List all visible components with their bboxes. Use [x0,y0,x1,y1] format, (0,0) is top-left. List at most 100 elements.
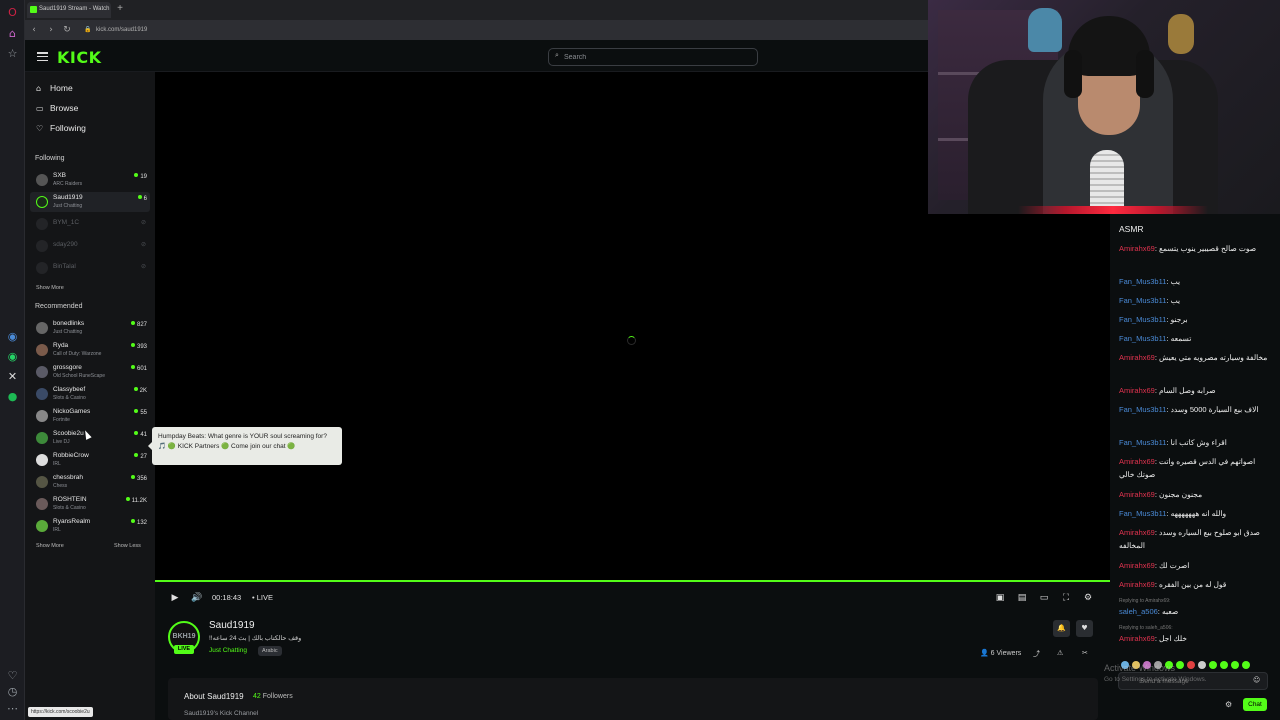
notification-bell-icon[interactable]: 🔔 [1053,620,1070,637]
volume-icon[interactable]: 🔊 [191,592,203,604]
chat-username[interactable]: Fan_Mus3b11 [1119,405,1166,414]
home-icon[interactable]: ⌂ [6,27,19,40]
share-icon[interactable]: ⤴ [1033,649,1040,659]
chat-username[interactable]: Fan_Mus3b11 [1119,277,1166,286]
miniplayer-icon[interactable]: ▤ [1016,592,1028,604]
chat-username[interactable]: Amirahx69 [1119,353,1155,362]
chat-message: Fan_Mus3b11: والله انه هههههههه [1119,509,1227,518]
forward-icon[interactable]: › [45,24,57,36]
channel-chessbrah[interactable]: chessbrah Chess 356 [30,472,150,492]
more-icon[interactable]: ⋯ [6,702,19,715]
language-tag[interactable]: Arabic [258,646,282,656]
channel-sxb[interactable]: SXB ARC Raiders 19 [30,170,150,190]
channel-sday290[interactable]: sday290 ⊘ [30,236,150,256]
viewer-count-value: 55 [140,410,147,416]
follow-heart-icon[interactable]: ♥ [1076,620,1093,637]
reply-note: Replying to Amirahx69: [1119,598,1171,604]
emote-icon[interactable] [1187,661,1195,669]
chat-settings-icon[interactable]: ⚙ [1225,700,1232,709]
channel-robbiecrow[interactable]: RobbieCrow IRL 27 [30,450,150,470]
emote-icon[interactable] [1231,661,1239,669]
chat-username[interactable]: Amirahx69 [1119,386,1155,395]
streamer-name[interactable]: Saud1919 [209,620,255,631]
category-link[interactable]: Just Chatting [209,647,247,654]
chat-username[interactable]: Fan_Mus3b11 [1119,334,1166,343]
emote-icon[interactable] [1176,661,1184,669]
chat-username[interactable]: Amirahx69 [1119,528,1155,537]
back-icon[interactable]: ‹ [28,24,40,36]
channel-bonedlinks[interactable]: bonedlinks Just Chatting 827 [30,318,150,338]
search-input[interactable] [564,50,744,64]
chat-username[interactable]: Fan_Mus3b11 [1119,315,1166,324]
tab-title: Saud1919 Stream - Watch [39,6,110,12]
channel-nickogames[interactable]: NickoGames Fortnite 55 [30,406,150,426]
show-more-following-link[interactable]: Show More [36,285,64,291]
chat-username[interactable]: Amirahx69 [1119,457,1155,466]
chat-username[interactable]: Amirahx69 [1119,244,1155,253]
plus-icon[interactable]: + [115,4,125,14]
emoji-icon[interactable]: ☺ [1253,676,1260,684]
report-icon[interactable]: ⚠ [1057,649,1063,657]
emote-icon[interactable] [1198,661,1206,669]
whatsapp-icon[interactable]: ◉ [6,350,19,363]
chat-send-button[interactable]: Chat [1243,698,1267,711]
channel-roshtein[interactable]: ROSHTEIN Slots & Casino 11.2K [30,494,150,514]
x-icon[interactable]: ✕ [6,370,19,383]
viewer-count: 55 [134,409,147,416]
clock-icon[interactable]: ◷ [6,685,19,698]
headphones [1064,50,1082,98]
reload-icon[interactable]: ↻ [61,24,73,36]
nav-home[interactable]: ⌂ Home [36,83,73,97]
avatar [36,476,48,488]
channel-ryansrealm[interactable]: RyansRealm IRL 132 [30,516,150,536]
channel-classybeef[interactable]: Classybeef Slots & Casino 2K [30,384,150,404]
chat-text: يب [1170,296,1181,305]
nav-browse[interactable]: ▭ Browse [36,103,78,117]
spotify-icon[interactable]: ● [6,390,19,403]
show-more-recommended-link[interactable]: Show More [36,543,64,549]
emote-icon[interactable] [1242,661,1250,669]
chat-username[interactable]: Amirahx69 [1119,580,1155,589]
star-icon[interactable]: ☆ [6,47,19,60]
channel-grossgore[interactable]: grossgore Old School RuneScape 601 [30,362,150,382]
viewer-count-text: 6 Viewers [990,650,1022,657]
show-less-link[interactable]: Show Less [114,543,141,549]
fullscreen-icon[interactable]: ⛶ [1060,592,1072,604]
channel-ryda[interactable]: Ryda Call of Duty: Warzone 393 [30,340,150,360]
kick-logo[interactable]: KICK [57,48,102,67]
emote-icon[interactable] [1220,661,1228,669]
chat-text: مجنون مجنون [1159,490,1203,499]
play-icon[interactable]: ▶ [169,592,181,604]
clip-icon[interactable]: ✂ [1082,649,1088,657]
heart-icon[interactable]: ♡ [6,669,19,682]
tab-active[interactable]: Saud1919 Stream - Watch [27,2,111,18]
chat-username[interactable]: Amirahx69 [1119,634,1155,643]
viewer-count-value: 2K [139,388,147,394]
theater-mode-icon[interactable]: ▭ [1038,592,1050,604]
chat-username[interactable]: Amirahx69 [1119,490,1155,499]
channel-bintalal[interactable]: BinTalal ⊘ [30,258,150,278]
messenger-icon[interactable]: ◉ [6,330,19,343]
nav-following[interactable]: ♡ Following [36,123,86,137]
channel-tooltip: Humpday Beats: What genre is YOUR soul s… [152,427,342,465]
channel-category: IRL [53,461,61,467]
live-dot [130,343,135,347]
emote-icon[interactable] [1209,661,1217,669]
settings-gear-icon[interactable]: ⚙ [1082,592,1094,604]
channel-category: Slots & Casino [53,505,86,511]
pip-icon[interactable]: ▣ [994,592,1006,604]
chat-username[interactable]: saleh_a506 [1119,607,1158,616]
opera-logo-icon[interactable]: O [6,6,19,19]
chat-username[interactable]: Amirahx69 [1119,561,1155,570]
webcam-overlay [928,0,1280,214]
chat-username[interactable]: Fan_Mus3b11 [1119,438,1166,447]
chat-username[interactable]: Fan_Mus3b11 [1119,296,1166,305]
channel-name: SXB [53,172,67,179]
channel-saud1919[interactable]: Saud1919 Just Chatting 6 [30,192,150,212]
menu-icon[interactable] [37,52,48,62]
url-field[interactable]: kick.com/saud1919 [78,23,918,37]
chat-username[interactable]: Fan_Mus3b11 [1119,509,1166,518]
channel-bym-1c[interactable]: BYM_1C ⊘ [30,214,150,234]
headphones [1136,50,1154,98]
avatar [36,454,48,466]
